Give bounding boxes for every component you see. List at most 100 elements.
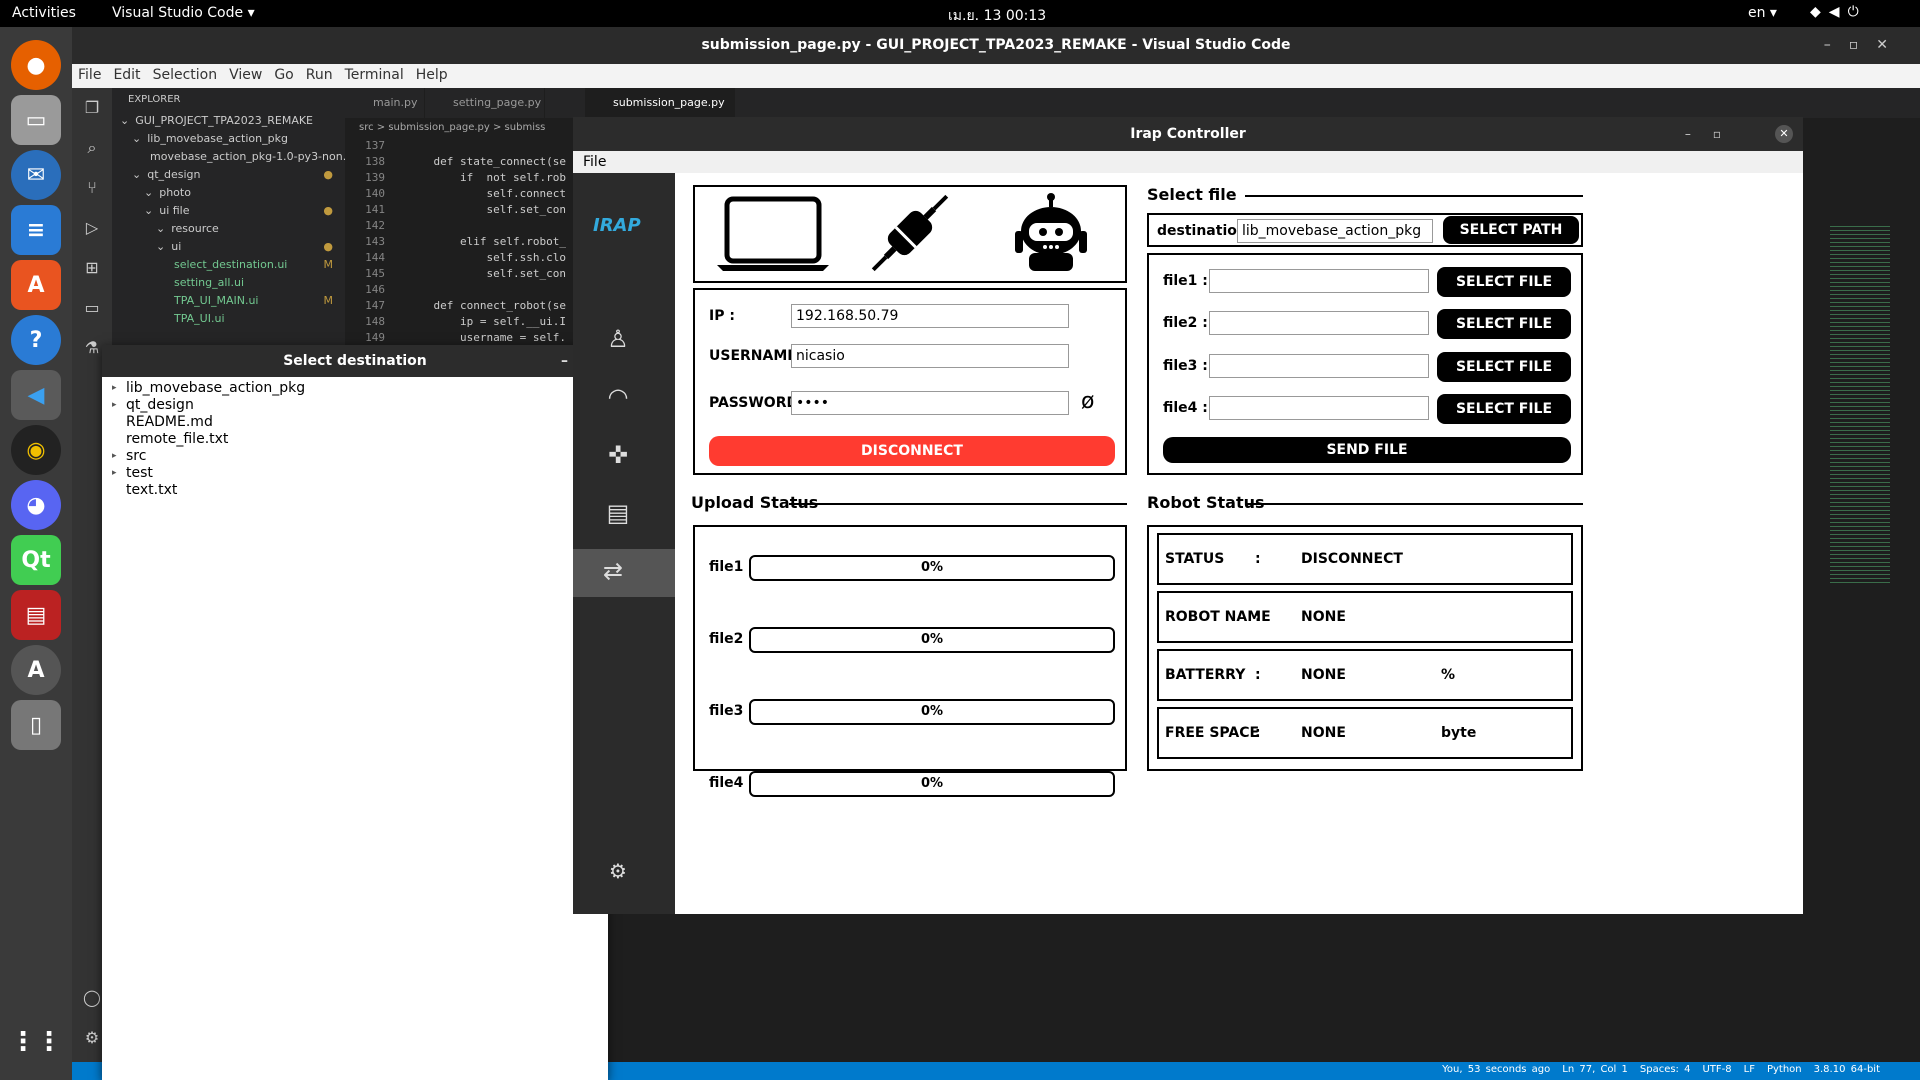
- help-icon[interactable]: ?: [11, 315, 61, 365]
- code-line[interactable]: 140 self.connect: [345, 186, 575, 202]
- clock[interactable]: เม.ย. 13 00:13: [948, 5, 1046, 27]
- rhythmbox-icon[interactable]: ◉: [11, 425, 61, 475]
- explorer-item[interactable]: ⌄ GUI_PROJECT_TPA2023_REMAKE: [112, 112, 345, 130]
- expand-arrow-icon[interactable]: ▸: [112, 397, 117, 414]
- status-item[interactable]: Spaces: 4: [1640, 1064, 1691, 1075]
- code-line[interactable]: 146: [345, 282, 575, 298]
- window-controls[interactable]: –▫: [1685, 117, 1743, 151]
- destination-item[interactable]: ▸ test: [110, 465, 608, 482]
- menu-help[interactable]: Help: [410, 64, 454, 86]
- menu-terminal[interactable]: Terminal: [339, 64, 410, 86]
- menu-view[interactable]: View: [223, 64, 268, 86]
- select-file3-button[interactable]: SELECT FILE: [1437, 352, 1571, 382]
- disconnect-button[interactable]: DISCONNECT: [709, 436, 1115, 466]
- explorer-item[interactable]: ⌄ qt_design ●: [112, 166, 345, 184]
- speedometer-icon[interactable]: ◠: [603, 383, 633, 413]
- select-file2-button[interactable]: SELECT FILE: [1437, 309, 1571, 339]
- thunderbird-icon[interactable]: ✉: [11, 150, 61, 200]
- window-controls[interactable]: –▫✕: [1824, 27, 1906, 64]
- send-file-button[interactable]: SEND FILE: [1163, 437, 1571, 463]
- code-line[interactable]: 143 elif self.robot_: [345, 234, 575, 250]
- menu-file[interactable]: File: [583, 154, 606, 170]
- explorer-item[interactable]: movebase_action_pkg-1.0-py3-non...: [112, 148, 345, 166]
- status-item[interactable]: Ln 77, Col 1: [1562, 1064, 1628, 1075]
- status-item[interactable]: LF: [1744, 1064, 1755, 1075]
- settings-gear-icon[interactable]: ⚙: [603, 859, 633, 889]
- status-item[interactable]: UTF-8: [1702, 1064, 1731, 1075]
- destination-item[interactable]: text.txt: [110, 482, 608, 499]
- firefox-icon[interactable]: ●: [11, 40, 61, 90]
- explorer-item[interactable]: ⌄ resource: [112, 220, 345, 238]
- code-line[interactable]: 145 self.set_con: [345, 266, 575, 282]
- tab-main-py[interactable]: main.py: [345, 88, 425, 118]
- terminal-app-icon[interactable]: ▤: [11, 590, 61, 640]
- destination-field[interactable]: lib_movebase_action_pkg: [1237, 219, 1433, 243]
- file2-field[interactable]: [1209, 311, 1429, 335]
- remote-explorer-icon[interactable]: ▭: [82, 298, 102, 318]
- code-line[interactable]: 141 self.set_con: [345, 202, 575, 218]
- file1-field[interactable]: [1209, 269, 1429, 293]
- joystick-icon[interactable]: ♙: [603, 325, 633, 355]
- testing-icon[interactable]: ⚗: [82, 338, 102, 358]
- system-tray[interactable]: ◆◀⏻: [1810, 4, 1867, 20]
- explorer-item[interactable]: TPA_UI_MAIN.ui M: [112, 292, 345, 310]
- ip-field[interactable]: 192.168.50.79: [791, 304, 1069, 328]
- expand-arrow-icon[interactable]: ▸: [112, 380, 117, 397]
- tab-setting-page-py[interactable]: setting_page.py: [425, 88, 545, 118]
- search-icon[interactable]: ⌕: [82, 138, 102, 158]
- updater-icon[interactable]: A: [11, 645, 61, 695]
- activities-button[interactable]: Activities: [12, 5, 76, 21]
- account-icon[interactable]: ◯: [82, 988, 102, 1008]
- menu-go[interactable]: Go: [268, 64, 299, 86]
- explorer-item[interactable]: ⌄ photo: [112, 184, 345, 202]
- manage-gear-icon[interactable]: ⚙: [82, 1028, 102, 1048]
- status-item[interactable]: You, 53 seconds ago: [1442, 1064, 1550, 1075]
- explorer-item[interactable]: TPA_UI.ui: [112, 310, 345, 328]
- drive-icon[interactable]: ▯: [11, 700, 61, 750]
- minimize-icon[interactable]: –: [561, 345, 568, 377]
- monitor-icon[interactable]: ▤: [603, 499, 633, 529]
- tab-submission-page-py[interactable]: submission_page.py M: [585, 88, 735, 139]
- minimap[interactable]: [1830, 223, 1890, 583]
- toggle-password-visibility-icon[interactable]: ø: [1081, 389, 1094, 414]
- code-editor[interactable]: 137 138 def state_connect(se 139 if not se…: [345, 138, 575, 346]
- username-field[interactable]: nicasio: [791, 344, 1069, 368]
- code-line[interactable]: 142: [345, 218, 575, 234]
- status-item[interactable]: Python: [1767, 1064, 1802, 1075]
- file3-field[interactable]: [1209, 354, 1429, 378]
- code-line[interactable]: 139 if not self.rob: [345, 170, 575, 186]
- extensions-icon[interactable]: ⊞: [82, 258, 102, 278]
- vscode-icon[interactable]: ◀: [11, 370, 61, 420]
- source-control-icon[interactable]: ⑂: [82, 178, 102, 198]
- gamepad-icon[interactable]: ✜: [603, 441, 633, 471]
- run-debug-icon[interactable]: ▷: [82, 218, 102, 238]
- password-field[interactable]: ••••: [791, 391, 1069, 415]
- destination-item[interactable]: remote_file.txt: [110, 431, 608, 448]
- destination-item[interactable]: ▸ src: [110, 448, 608, 465]
- code-line[interactable]: 147 def connect_robot(se: [345, 298, 575, 314]
- expand-arrow-icon[interactable]: ▸: [112, 465, 117, 482]
- destination-item[interactable]: ▸ qt_design: [110, 397, 608, 414]
- breadcrumb[interactable]: src > submission_page.py > submiss: [345, 118, 545, 138]
- code-line[interactable]: 144 self.ssh.clo: [345, 250, 575, 266]
- select-path-button[interactable]: SELECT PATH: [1443, 216, 1579, 244]
- select-file1-button[interactable]: SELECT FILE: [1437, 267, 1571, 297]
- file-transfer-icon[interactable]: ⇄: [573, 549, 675, 597]
- code-line[interactable]: 148 ip = self.__ui.I: [345, 314, 575, 330]
- app-menu[interactable]: Visual Studio Code ▾: [112, 5, 255, 21]
- files-icon[interactable]: ▭: [11, 95, 61, 145]
- qt-creator-icon[interactable]: Qt: [11, 535, 61, 585]
- explorer-item[interactable]: ⌄ ui file ●: [112, 202, 345, 220]
- menu-edit[interactable]: Edit: [107, 64, 146, 86]
- software-icon[interactable]: A: [11, 260, 61, 310]
- code-line[interactable]: 149 username = self.: [345, 330, 575, 346]
- language-selector[interactable]: en ▾: [1748, 5, 1777, 21]
- explorer-icon[interactable]: ❐: [82, 98, 102, 118]
- menu-selection[interactable]: Selection: [147, 64, 224, 86]
- writer-icon[interactable]: ≡: [11, 205, 61, 255]
- code-line[interactable]: 138 def state_connect(se: [345, 154, 575, 170]
- explorer-item[interactable]: ⌄ ui ●: [112, 238, 345, 256]
- expand-arrow-icon[interactable]: ▸: [112, 448, 117, 465]
- code-line[interactable]: 137: [345, 138, 575, 154]
- status-item[interactable]: 3.8.10 64-bit: [1814, 1064, 1880, 1075]
